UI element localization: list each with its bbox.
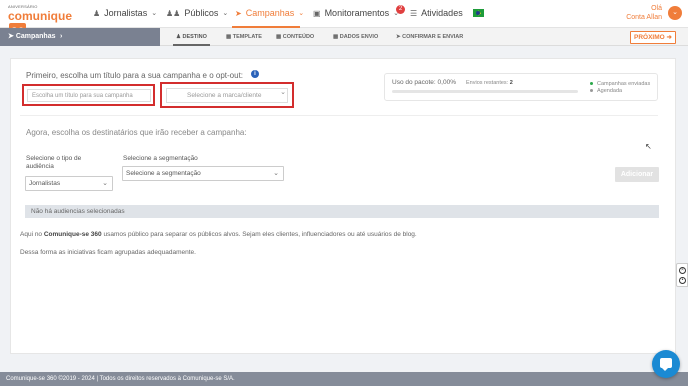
user-greeting: Olá bbox=[651, 5, 662, 12]
usage-progress-bar bbox=[392, 90, 578, 93]
campaign-title-input[interactable]: Escolha um título para sua campanha bbox=[27, 89, 151, 102]
breadcrumb-label: Campanhas bbox=[15, 33, 56, 40]
remaining-sends: Envios restantes: 2 bbox=[466, 80, 513, 86]
audience-type-label: Selecione o tipo de audiência bbox=[26, 155, 82, 170]
mouse-cursor-icon: ↖ bbox=[645, 142, 652, 151]
step-destino[interactable]: ♟ DESTINO bbox=[176, 34, 207, 40]
nav-publicos[interactable]: ♟♟ Públicos ⌄ bbox=[166, 8, 228, 18]
package-usage-label: Uso do pacote: 0,00% bbox=[392, 79, 456, 86]
user-icon: ♟ bbox=[93, 8, 101, 18]
brand-select-highlight: Selecione a marca/cliente ⌄ bbox=[160, 82, 294, 108]
chevron-down-icon: ⌄ bbox=[102, 180, 108, 187]
chevron-down-icon: ⌄ bbox=[298, 10, 305, 17]
side-widget[interactable]: × • bbox=[676, 263, 688, 287]
nav-monitoramentos-label: Monitoramentos bbox=[324, 8, 390, 18]
step-template[interactable]: ▩ TEMPLATE bbox=[226, 34, 262, 40]
monitor-icon: ▣ bbox=[313, 8, 321, 18]
nav-atividades[interactable]: ☰ Atividades bbox=[410, 8, 463, 18]
brand-client-select[interactable]: Selecione a marca/cliente bbox=[166, 88, 288, 103]
green-dot-icon bbox=[590, 82, 593, 86]
active-step-indicator bbox=[173, 44, 210, 46]
step-dados-envio[interactable]: ▩ DADOS ENVIO bbox=[333, 34, 378, 40]
chat-bubble-icon bbox=[660, 358, 672, 371]
recipients-heading: Agora, escolha os destinatários que irão… bbox=[26, 128, 247, 137]
chevron-down-icon: ⌄ bbox=[151, 10, 158, 17]
nav-campanhas[interactable]: ➤ Campanhas ⌄ bbox=[235, 8, 304, 18]
nav-jornalistas-label: Jornalistas bbox=[104, 8, 148, 18]
gray-dot-icon bbox=[590, 89, 593, 93]
section-divider bbox=[20, 115, 658, 116]
legend-scheduled: Agendada bbox=[590, 88, 622, 94]
chat-support-button[interactable] bbox=[652, 350, 680, 378]
comunique-se-logo[interactable]: ANIVERSÁRIO comuniquese bbox=[8, 4, 78, 37]
nav-atividades-label: Atividades bbox=[421, 8, 463, 18]
add-audience-button[interactable]: Adicionar bbox=[615, 167, 659, 182]
audience-type-select[interactable]: Jornalistas ⌄ bbox=[25, 176, 113, 191]
segmentation-label: Selecione a segmentação bbox=[123, 155, 198, 162]
notification-badge: 2 bbox=[396, 5, 405, 14]
info-icon[interactable]: i bbox=[251, 70, 259, 78]
title-input-highlight: Escolha um título para sua campanha bbox=[22, 84, 155, 106]
next-button[interactable]: PRÓXIMO ➜ bbox=[630, 31, 676, 44]
no-audience-notice: Não há audiencias selecionadas bbox=[25, 205, 659, 218]
title-section-heading: Primeiro, escolha um título para a sua c… bbox=[26, 71, 244, 80]
segmentation-select[interactable]: Selecione a segmentação ⌄ bbox=[122, 166, 284, 181]
nav-jornalistas[interactable]: ♟ Jornalistas ⌄ bbox=[93, 8, 157, 18]
package-usage-box bbox=[384, 73, 658, 101]
info-paragraph-1: Aqui no Comunique-se 360 usamos público … bbox=[20, 231, 417, 238]
users-icon: ♟♟ bbox=[166, 8, 181, 18]
user-name[interactable]: Conta Allan bbox=[626, 14, 662, 21]
nav-publicos-label: Públicos bbox=[184, 8, 219, 18]
step-conteudo[interactable]: ▩ CONTEÚDO bbox=[276, 34, 314, 40]
footer: Comunique-se 360 ©2019 - 2024 | Todos os… bbox=[0, 372, 688, 386]
chevron-down-icon: ⌄ bbox=[222, 10, 229, 17]
nav-monitoramentos[interactable]: ▣ Monitoramentos ⌄ bbox=[313, 8, 399, 18]
legend-sent-campaigns: Campanhas enviadas bbox=[590, 81, 650, 87]
list-icon: ☰ bbox=[410, 8, 418, 18]
paper-plane-icon: ➤ bbox=[235, 8, 242, 18]
settings-icon[interactable]: • bbox=[679, 277, 686, 284]
info-paragraph-2: Dessa forma as iniciativas ficam agrupad… bbox=[20, 249, 196, 256]
user-menu-chevron-icon[interactable]: ⌄ bbox=[668, 6, 682, 20]
chevron-down-icon: ⌄ bbox=[280, 89, 286, 96]
close-icon[interactable]: × bbox=[679, 267, 686, 274]
paper-plane-icon: ➤ bbox=[8, 33, 16, 40]
brazil-flag-icon[interactable] bbox=[473, 9, 484, 17]
step-confirmar-enviar[interactable]: ➤ CONFIRMAR E ENVIAR bbox=[396, 34, 463, 40]
nav-campanhas-label: Campanhas bbox=[245, 8, 295, 18]
campaigns-breadcrumb[interactable]: ➤ Campanhas › bbox=[0, 28, 160, 46]
chevron-down-icon: ⌄ bbox=[273, 170, 279, 177]
chevron-right-icon: › bbox=[60, 33, 63, 40]
